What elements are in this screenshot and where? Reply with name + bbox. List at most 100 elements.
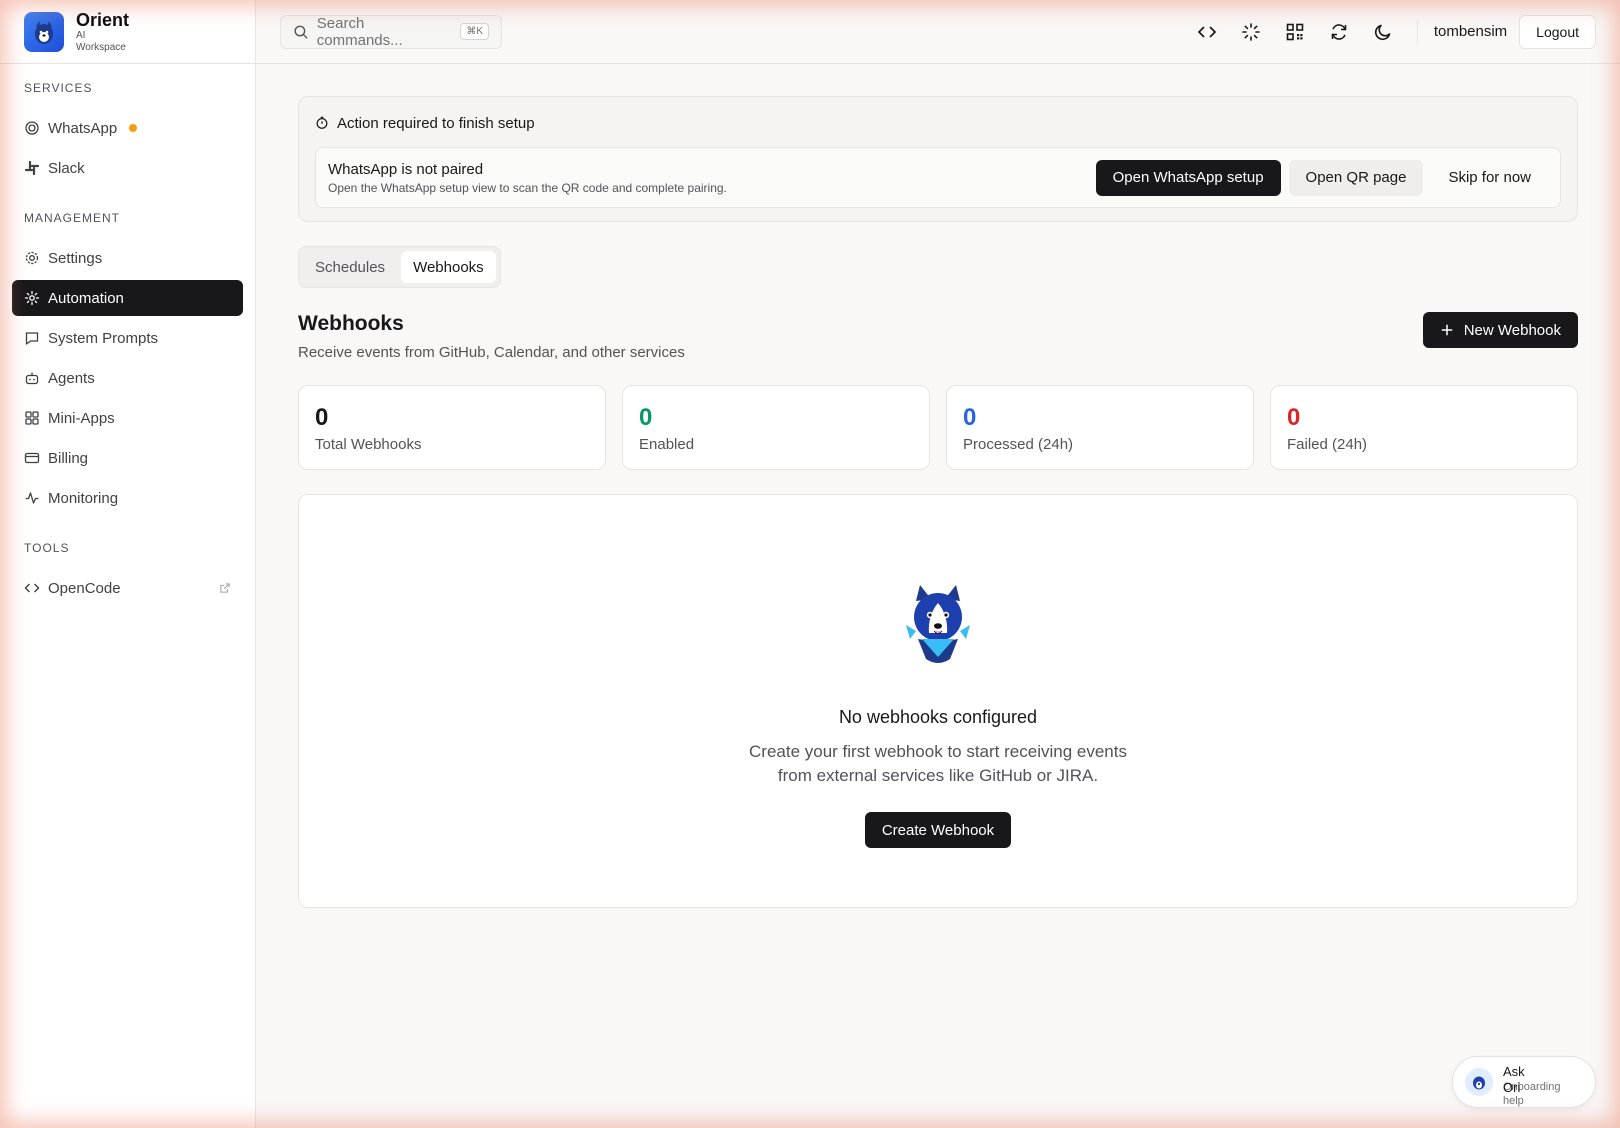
sidebar-item-label: Agents [48, 369, 95, 387]
dog-mascot-illustration [906, 585, 970, 663]
search-placeholder: Search commands... [316, 14, 403, 49]
open-whatsapp-setup-button[interactable]: Open WhatsApp setup [1095, 159, 1281, 196]
qr-code-button[interactable] [1277, 14, 1313, 50]
sidebar-item-label: Monitoring [48, 489, 119, 507]
webhooks-header: Webhooks Receive events from GitHub, Cal… [298, 312, 1578, 361]
stat-card-total: 0 Total Webhooks [298, 385, 606, 470]
username: tombensim [1433, 23, 1508, 40]
empty-state-description: Create your first webhook to start recei… [749, 742, 1127, 785]
sidebar-item-label: Slack [48, 159, 85, 177]
slack-icon [24, 160, 40, 176]
sidebar-item-mini-apps[interactable]: Mini-Apps [12, 400, 243, 436]
tab-bar: Schedules Webhooks [298, 246, 501, 288]
search-input[interactable]: Search commands... ⌘K [280, 14, 502, 49]
stat-value: 0 [1287, 404, 1301, 431]
external-link-icon [220, 583, 230, 593]
search-icon [294, 25, 308, 39]
skip-setup-button[interactable]: Skip for now [1431, 160, 1548, 196]
stat-label: Failed (24h) [1287, 436, 1368, 453]
dog-mascot-icon [1473, 1076, 1485, 1090]
empty-state-title: No webhooks configured [838, 707, 1038, 727]
stat-value: 0 [315, 404, 329, 431]
ask-ori-button[interactable]: Onboarding help Ask Ori [1452, 1056, 1596, 1108]
sidebar-item-label: Billing [48, 449, 89, 467]
message-icon [25, 332, 39, 345]
code-button[interactable] [1189, 14, 1225, 50]
page-subtitle: Receive events from GitHub, Calendar, an… [298, 344, 685, 361]
page-title: Webhooks [298, 312, 404, 335]
status-dot [129, 124, 138, 132]
grid-icon [25, 411, 39, 425]
alert-circle-icon [316, 116, 328, 129]
stat-card-failed: 0 Failed (24h) [1270, 385, 1578, 470]
brand-name: Orient [76, 9, 130, 30]
refresh-button[interactable] [1321, 14, 1357, 50]
stat-label: Processed (24h) [963, 436, 1074, 453]
dog-mascot-icon [35, 20, 53, 44]
sidebar-item-opencode[interactable]: OpenCode [12, 570, 243, 606]
ask-ori-title: Ask Ori [1503, 1064, 1525, 1095]
loader-button[interactable] [1233, 14, 1269, 50]
top-bar: Search commands... ⌘K tombensim Logout [256, 0, 1620, 64]
ori-avatar [1465, 1068, 1493, 1096]
sidebar-item-label: Settings [48, 249, 103, 267]
sidebar-item-billing[interactable]: Billing [12, 440, 243, 476]
nav-heading-management: MANAGEMENT [24, 211, 121, 225]
stat-label: Enabled [639, 436, 695, 453]
sidebar-item-monitoring[interactable]: Monitoring [12, 480, 243, 516]
brand-subtitle: AI Workspace [76, 29, 126, 53]
stat-value: 0 [639, 404, 653, 431]
main-content: Action required to finish setup WhatsApp… [298, 96, 1578, 908]
new-webhook-button[interactable]: New Webhook [1422, 312, 1578, 348]
sidebar-item-label: OpenCode [48, 579, 121, 597]
logout-button[interactable]: Logout [1519, 14, 1596, 49]
loader-icon [1242, 22, 1260, 41]
open-qr-page-button[interactable]: Open QR page [1288, 159, 1424, 196]
setup-card: Action required to finish setup WhatsApp… [298, 96, 1578, 222]
setup-item-description: Open the WhatsApp setup view to scan the… [328, 180, 727, 195]
stats-row: 0 Total Webhooks 0 Enabled 0 Processed (… [298, 385, 1578, 470]
code-icon [24, 583, 40, 593]
nav-heading-tools: TOOLS [24, 541, 70, 555]
nav-section-management: MANAGEMENT Settings Automation System Pr… [0, 208, 255, 516]
qr-code-icon [1286, 23, 1304, 40]
search-shortcut: ⌘K [460, 23, 489, 40]
sidebar-item-label: WhatsApp [48, 119, 118, 137]
nav-section-tools: TOOLS OpenCode [0, 538, 255, 606]
setup-title: Action required to finish setup [337, 114, 535, 132]
code-icon [1197, 25, 1217, 38]
stat-card-enabled: 0 Enabled [622, 385, 930, 470]
sidebar-item-label: Mini-Apps [48, 409, 115, 427]
whatsapp-icon [25, 121, 39, 135]
create-webhook-button[interactable]: Create Webhook [864, 812, 1012, 848]
sidebar-item-settings[interactable]: Settings [12, 240, 243, 276]
empty-state: No webhooks configured Create your first… [298, 494, 1578, 908]
moon-icon [1374, 24, 1391, 40]
sidebar-item-label: System Prompts [48, 329, 159, 347]
sidebar: Orient AI Workspace SERVICES WhatsApp Sl… [0, 0, 256, 1128]
stat-value: 0 [963, 404, 977, 431]
tab-schedules[interactable]: Schedules [303, 251, 397, 283]
brand-logo [24, 11, 64, 52]
setup-item-title: WhatsApp is not paired [328, 160, 484, 178]
brand[interactable]: Orient AI Workspace [0, 0, 255, 64]
nav-heading-services: SERVICES [24, 81, 93, 95]
credit-card-icon [24, 452, 40, 464]
sidebar-item-system-prompts[interactable]: System Prompts [12, 320, 243, 356]
sidebar-item-agents[interactable]: Agents [12, 360, 243, 396]
bot-icon [25, 372, 39, 385]
stat-label: Total Webhooks [315, 436, 422, 453]
tab-webhooks[interactable]: Webhooks [401, 251, 496, 283]
automation-icon [24, 290, 40, 306]
refresh-icon [1331, 23, 1347, 40]
new-webhook-label: New Webhook [1463, 321, 1561, 339]
sidebar-item-whatsapp[interactable]: WhatsApp [12, 110, 243, 146]
theme-toggle-button[interactable] [1365, 14, 1401, 50]
activity-icon [25, 492, 39, 504]
plus-icon [1441, 324, 1452, 336]
sidebar-item-label: Automation [48, 289, 124, 307]
sidebar-item-automation[interactable]: Automation [12, 280, 243, 316]
stat-card-processed: 0 Processed (24h) [946, 385, 1254, 470]
header-divider [1416, 19, 1418, 44]
sidebar-item-slack[interactable]: Slack [12, 150, 243, 186]
